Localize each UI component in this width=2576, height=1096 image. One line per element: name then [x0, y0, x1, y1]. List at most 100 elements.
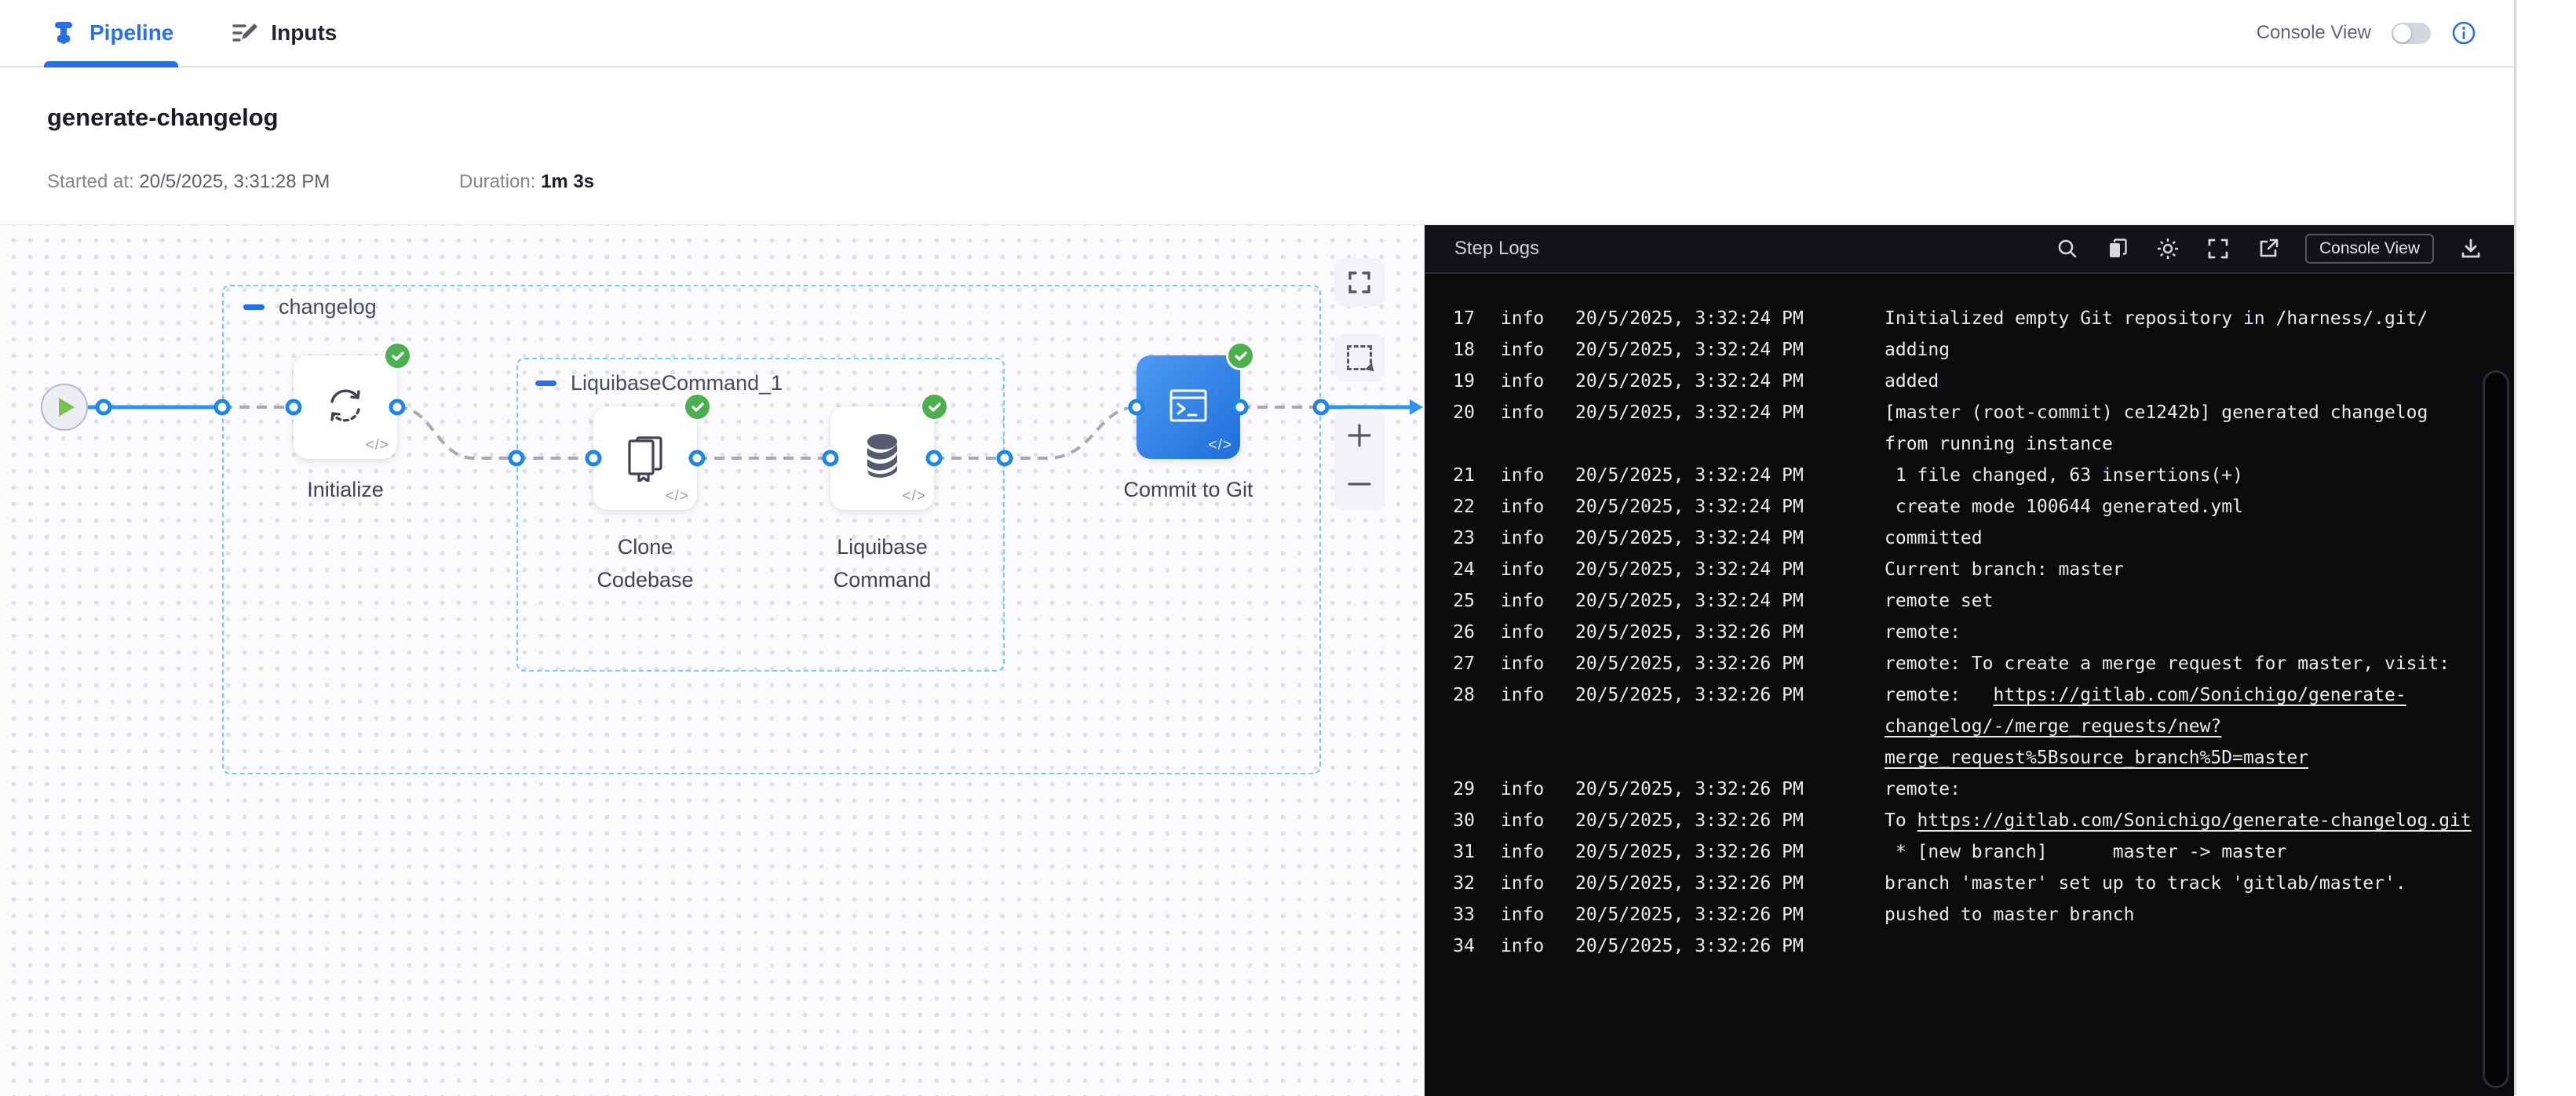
clone-icon [620, 431, 670, 482]
log-timestamp: 20/5/2025, 3:32:26 PM [1575, 679, 1804, 711]
canvas-select-button[interactable] [1334, 333, 1385, 382]
yaml-marker: </> [366, 437, 389, 454]
success-badge [920, 392, 949, 421]
node-clone-codebase[interactable]: </> [593, 406, 697, 510]
duration-value: 1m 3s [541, 171, 594, 192]
log-line-number: 30 [1439, 805, 1475, 836]
sync-icon [320, 381, 370, 431]
started-at: Started at: 20/5/2025, 3:31:28 PM [47, 171, 330, 193]
log-timestamp: 20/5/2025, 3:32:26 PM [1575, 648, 1804, 679]
canvas-expand-button[interactable] [1334, 258, 1385, 307]
tab-pipeline-label: Pipeline [89, 20, 173, 46]
log-timestamp: 20/5/2025, 3:32:24 PM [1575, 334, 1804, 366]
log-level: info [1501, 523, 1544, 554]
log-level: info [1501, 648, 1544, 679]
pipeline-canvas[interactable]: changelog LiquibaseCommand_1 [0, 225, 1425, 1096]
node-label-clone-codebase: Clone Codebase [575, 530, 716, 596]
run-header: generate-changelog Started at: 20/5/2025… [0, 69, 2514, 224]
log-level: info [1501, 805, 1544, 836]
port [1129, 399, 1145, 416]
log-row: 34info20/5/2025, 3:32:26 PM [1425, 930, 2514, 962]
log-line-number: 22 [1439, 491, 1475, 523]
node-liquibase-command[interactable]: </> [830, 406, 934, 510]
search-icon[interactable] [2054, 235, 2081, 262]
step-logs-header: Step Logs [1425, 225, 2514, 274]
log-message: create mode 100644 generated.yml [1885, 491, 2243, 523]
log-message: changelog/-/merge_requests/new? [1885, 711, 2221, 742]
log-level: info [1501, 617, 1544, 648]
log-row: 33info20/5/2025, 3:32:26 PMpushed to mas… [1425, 899, 2514, 930]
log-message: Initialized empty Git repository in /har… [1885, 303, 2428, 334]
log-message: branch 'master' set up to track 'gitlab/… [1885, 868, 2406, 899]
log-message: * [new branch] master -> master [1885, 836, 2286, 868]
log-line-number: 25 [1439, 585, 1475, 617]
node-initialize[interactable]: </> [294, 355, 397, 459]
log-message: merge_request%5Bsource_branch%5D=master [1885, 742, 2308, 774]
log-line-number: 29 [1439, 774, 1475, 805]
port [509, 450, 525, 467]
log-row: 32info20/5/2025, 3:32:26 PMbranch 'maste… [1425, 868, 2514, 899]
port [823, 450, 839, 467]
log-row-continuation: merge_request%5Bsource_branch%5D=master [1425, 742, 2514, 774]
log-timestamp: 20/5/2025, 3:32:24 PM [1575, 554, 1804, 585]
log-link[interactable]: changelog/-/merge_requests/new? [1885, 716, 2221, 737]
log-line-number: 18 [1439, 334, 1475, 366]
zoom-in-button[interactable] [1334, 410, 1385, 461]
pipeline-start-node[interactable] [41, 384, 88, 431]
node-commit-to-git[interactable]: </> [1137, 355, 1240, 459]
node-label-commit-to-git: Commit to Git [1110, 473, 1267, 506]
inputs-icon [230, 18, 260, 48]
gear-icon[interactable] [2155, 235, 2181, 262]
log-row-continuation: changelog/-/merge_requests/new? [1425, 711, 2514, 742]
info-icon[interactable] [2451, 20, 2476, 46]
log-level: info [1501, 774, 1544, 805]
tabbar-right: Console View [2257, 20, 2476, 46]
log-level: info [1501, 366, 1544, 397]
log-row: 18info20/5/2025, 3:32:24 PMadding [1425, 334, 2514, 366]
log-line-number: 32 [1439, 868, 1475, 899]
started-value: 20/5/2025, 3:31:28 PM [139, 171, 330, 192]
log-row: 25info20/5/2025, 3:32:24 PMremote set [1425, 585, 2514, 617]
node-label-initialize: Initialize [275, 473, 416, 506]
console-view-toggle[interactable] [2392, 23, 2431, 44]
port [586, 450, 602, 467]
log-line-number: 23 [1439, 523, 1475, 554]
console-view-label: Console View [2257, 22, 2371, 44]
port [389, 399, 406, 416]
pipeline-icon [49, 18, 78, 48]
right-margin-strip [2514, 0, 2576, 1095]
tab-pipeline[interactable]: Pipeline [44, 0, 178, 66]
console-view-button[interactable]: Console View [2305, 234, 2434, 264]
log-lines: 17info20/5/2025, 3:32:24 PMInitialized e… [1425, 275, 2514, 1096]
log-message: remote: https://gitlab.com/Sonichigo/gen… [1885, 679, 2406, 711]
log-line-number: 31 [1439, 836, 1475, 868]
log-link[interactable]: https://gitlab.com/Sonichigo/generate- [1993, 685, 2406, 705]
log-message: To https://gitlab.com/Sonichigo/generate… [1885, 805, 2472, 836]
log-message: added [1885, 366, 1939, 397]
liquibase-icon [857, 431, 907, 482]
top-tab-bar: Pipeline Inputs Console View [0, 0, 2514, 67]
step-logs-title: Step Logs [1454, 238, 1539, 260]
log-link[interactable]: https://gitlab.com/Sonichigo/generate-ch… [1917, 810, 2472, 831]
fullscreen-icon[interactable] [2205, 235, 2231, 262]
log-row: 28info20/5/2025, 3:32:26 PMremote: https… [1425, 679, 2514, 711]
run-meta: Started at: 20/5/2025, 3:31:28 PM Durati… [0, 171, 2514, 195]
log-link[interactable]: merge_request%5Bsource_branch%5D=master [1885, 748, 2308, 768]
log-timestamp: 20/5/2025, 3:32:26 PM [1575, 617, 1804, 648]
log-message: from running instance [1885, 428, 2113, 460]
log-row: 29info20/5/2025, 3:32:26 PMremote: [1425, 774, 2514, 805]
external-link-icon[interactable] [2255, 235, 2282, 262]
expand-icon [1348, 271, 1371, 294]
log-message: [master (root-commit) ce1242b] generated… [1885, 397, 2428, 428]
port [286, 399, 302, 416]
success-badge [383, 341, 412, 370]
copy-icon[interactable] [2104, 235, 2131, 262]
log-scrollbar[interactable] [2483, 370, 2509, 1088]
duration-label: Duration: [459, 171, 535, 192]
tab-inputs[interactable]: Inputs [225, 0, 341, 66]
log-line-number: 26 [1439, 617, 1475, 648]
log-message: remote set [1885, 585, 1993, 617]
zoom-out-button[interactable] [1334, 459, 1385, 509]
log-level: info [1501, 334, 1544, 366]
download-icon[interactable] [2457, 235, 2484, 262]
